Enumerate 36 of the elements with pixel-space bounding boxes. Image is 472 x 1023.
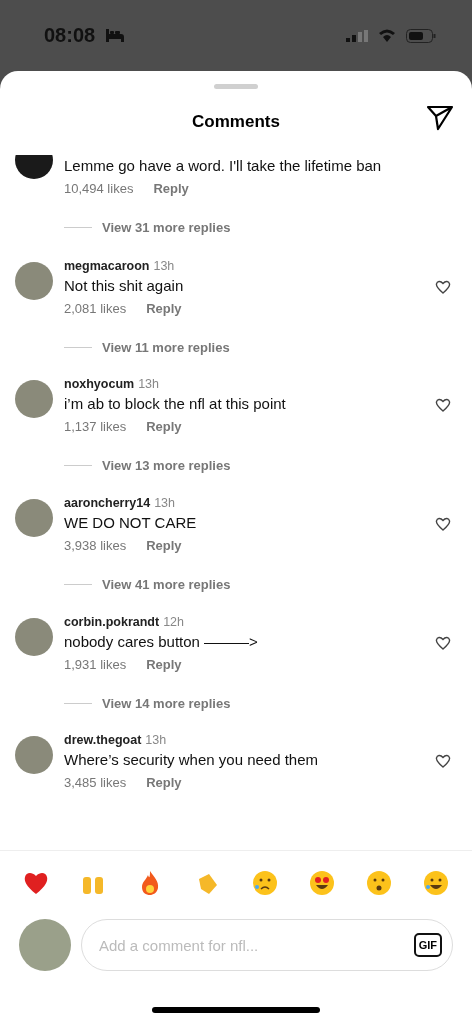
comment-text: i’m ab to block the nfl at this point <box>64 394 287 415</box>
view-replies-link[interactable]: View 14 more replies <box>102 695 231 711</box>
comment-time: 12h <box>163 614 184 629</box>
username[interactable]: noxhyocum <box>64 377 135 392</box>
comment-text: Lemme go have a word. I'll take the lifetime ban <box>64 156 383 176</box>
view-replies-link[interactable]: View 41 more replies <box>102 576 231 592</box>
username[interactable]: drew.thegoat <box>64 733 142 748</box>
reply-link[interactable]: Reply <box>146 656 182 672</box>
like-count: 3,485 likes <box>64 775 127 791</box>
view-replies-link[interactable]: View 11 more replies <box>102 339 230 355</box>
reply-link[interactable]: Reply <box>153 181 189 196</box>
comment-text: Not this shit again <box>64 275 185 296</box>
comment-time: 13h <box>145 733 167 748</box>
status-time: 08:08 <box>44 24 96 47</box>
comment-time: 13h <box>138 377 159 392</box>
username[interactable]: corbin.pokrandt <box>64 614 160 629</box>
reply-link[interactable]: Reply <box>146 775 182 791</box>
like-count: 2,081 likes <box>64 300 127 316</box>
reply-link[interactable]: Reply <box>146 300 182 316</box>
like-count: 10,494 likes <box>64 181 134 196</box>
comment-time: 13h <box>153 258 175 273</box>
view-replies-link[interactable]: View 31 more replies <box>102 220 231 235</box>
like-count: 1,137 likes <box>64 419 127 435</box>
view-replies-link[interactable]: View 13 more replies <box>102 458 231 474</box>
gif-button[interactable]: GIF <box>413 933 442 957</box>
comment-text: nobody cares button ———> <box>64 631 259 652</box>
username[interactable]: megmacaroon <box>64 258 150 273</box>
username[interactable]: aaroncherry14 <box>64 495 151 510</box>
comment-time: 13h <box>154 495 176 510</box>
comment-text: WE DO NOT CARE <box>64 512 198 533</box>
comment-text: Where’s security when you need them <box>64 750 320 771</box>
like-count: 1,931 likes <box>64 656 127 672</box>
reply-link[interactable]: Reply <box>146 419 182 435</box>
sheet-title: Comments <box>192 112 280 132</box>
reply-link[interactable]: Reply <box>146 537 182 553</box>
like-count: 3,938 likes <box>64 537 127 553</box>
